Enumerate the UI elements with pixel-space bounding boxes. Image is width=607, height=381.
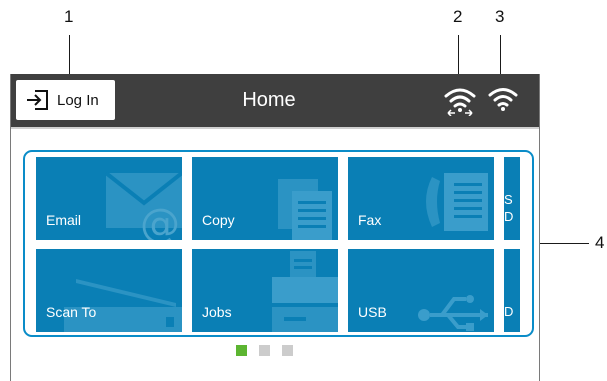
login-button[interactable]: Log In — [16, 80, 115, 120]
callout-4: 4 — [595, 233, 605, 252]
app-tiles-highlight — [23, 150, 534, 337]
callout-4-leader — [534, 243, 589, 244]
callout-1: 1 — [64, 7, 74, 26]
page-dot[interactable] — [259, 345, 270, 356]
page-dot-active[interactable] — [236, 345, 247, 356]
callout-2: 2 — [453, 7, 463, 26]
wifi-icon[interactable] — [488, 86, 518, 112]
page-dot[interactable] — [282, 345, 293, 356]
wifi-direct-icon[interactable] — [443, 86, 477, 116]
login-label: Log In — [57, 91, 99, 109]
callout-3: 3 — [495, 7, 505, 26]
status-bar: Log In Home — [11, 74, 539, 127]
header-divider — [11, 127, 539, 129]
sign-in-icon — [27, 90, 48, 110]
